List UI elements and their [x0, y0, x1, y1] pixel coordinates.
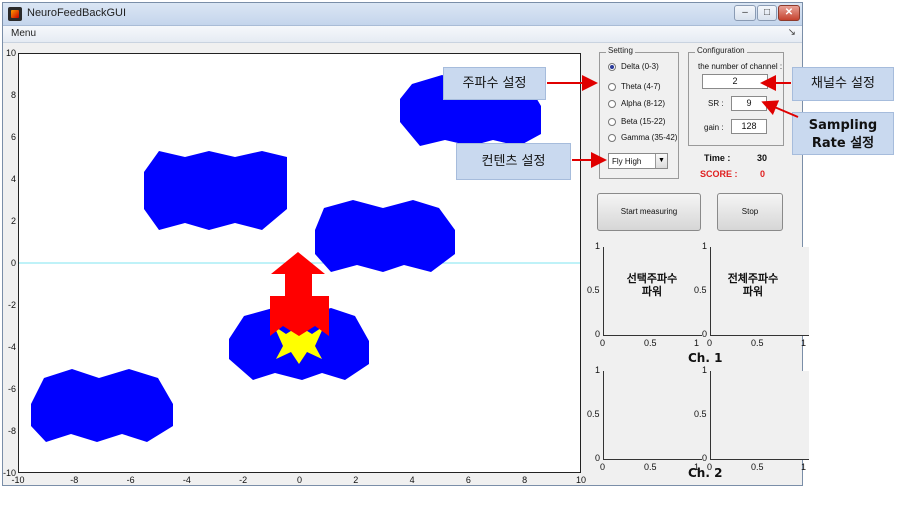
- start-measuring-button[interactable]: Start measuring: [597, 193, 701, 231]
- radio-button-icon[interactable]: [608, 134, 616, 142]
- mini-y-tick: 0.5: [694, 409, 707, 419]
- x-tick-label: 4: [409, 475, 415, 485]
- x-tick-label: 2: [353, 475, 359, 485]
- x-tick-label: 10: [575, 475, 586, 485]
- window-title: NeuroFeedBackGUI: [27, 7, 127, 19]
- mini-y-tick: 1: [702, 241, 708, 251]
- radio-button-icon[interactable]: [608, 63, 616, 71]
- x-tick-label: -8: [70, 475, 79, 485]
- frequency-setting-callout: 주파수 설정: [443, 67, 546, 100]
- y-tick-label: -4: [7, 342, 16, 352]
- mini-y-tick: 0.5: [694, 285, 707, 295]
- caption-line: 전체주파수: [727, 273, 779, 285]
- chevron-down-icon[interactable]: ▼: [655, 154, 667, 168]
- obstacle-cloud: [144, 151, 287, 230]
- radio-button-icon[interactable]: [608, 83, 616, 91]
- contents-dropdown-value: Fly High: [612, 157, 642, 166]
- channel-setting-callout: 채널수 설정: [792, 67, 894, 101]
- callout-line: Sampling: [808, 118, 878, 133]
- rocket-player: [270, 252, 329, 336]
- radio-button-icon[interactable]: [608, 100, 616, 108]
- radio-button-icon[interactable]: [608, 118, 616, 126]
- y-tick-label: 0: [10, 258, 16, 268]
- radio-label: Delta (0-3): [621, 62, 659, 71]
- x-tick-label: 8: [522, 475, 528, 485]
- channel-count-label: the number of channel :: [698, 62, 783, 71]
- stop-button[interactable]: Stop: [717, 193, 783, 231]
- radio-label: Beta (15-22): [621, 117, 666, 126]
- callout-line: Rate 설정: [811, 136, 875, 151]
- caption-line: 파워: [641, 286, 663, 298]
- radio-label: Theta (4-7): [621, 82, 661, 91]
- y-tick-label: 6: [10, 132, 16, 142]
- time-label: Time :: [704, 153, 731, 163]
- game-axes: [18, 53, 581, 473]
- y-tick-label: -2: [7, 300, 16, 310]
- obstacle-cloud: [31, 369, 173, 442]
- x-tick-label: 6: [465, 475, 471, 485]
- selected-power-caption: 선택주파수 파워: [612, 273, 692, 299]
- menu-bar: Menu ↘: [3, 26, 802, 43]
- y-tick-label: 4: [10, 174, 16, 184]
- total-power-caption: 전체주파수 파워: [713, 273, 793, 299]
- matlab-app-icon: [8, 7, 22, 21]
- obstacle-cloud: [315, 200, 455, 272]
- gain-label: gain :: [704, 123, 724, 132]
- sr-input[interactable]: 9: [731, 96, 767, 111]
- time-value: 30: [757, 153, 768, 163]
- contents-dropdown[interactable]: Fly High ▼: [608, 153, 668, 169]
- radio-label: Alpha (8-12): [621, 99, 666, 108]
- mini-y-tick: 1: [595, 365, 601, 375]
- y-tick-label: 8: [10, 90, 16, 100]
- mini-y-tick: 0.5: [587, 409, 600, 419]
- mini-x-tick: 0.5: [644, 462, 657, 472]
- ch2-total-power-plot: [710, 371, 809, 460]
- score-value: 0: [760, 169, 766, 179]
- mini-x-tick: 1: [801, 462, 807, 472]
- y-tick-label: 2: [10, 216, 16, 226]
- y-tick-label: 10: [5, 48, 16, 58]
- mini-y-tick: 1: [595, 241, 601, 251]
- mini-x-tick: 0.5: [644, 338, 657, 348]
- x-tick-label: -10: [11, 475, 25, 485]
- minimize-button[interactable]: –: [734, 5, 756, 21]
- contents-setting-callout: 컨텐츠 설정: [456, 143, 571, 180]
- y-tick-label: -8: [7, 426, 16, 436]
- sampling-rate-callout: Sampling Rate 설정: [792, 112, 894, 155]
- x-tick-label: 0: [296, 475, 302, 485]
- gain-input[interactable]: 128: [731, 119, 767, 134]
- x-tick-label: -2: [239, 475, 248, 485]
- mini-x-tick: 1: [694, 338, 700, 348]
- menu-item-menu[interactable]: Menu: [11, 28, 36, 39]
- x-tick-label: -4: [182, 475, 191, 485]
- mini-x-tick: 0: [707, 338, 713, 348]
- setting-panel-title: Setting: [606, 46, 635, 55]
- score-label: SCORE :: [700, 169, 738, 179]
- channel-1-label: Ch. 1: [688, 351, 723, 365]
- maximize-button[interactable]: □: [757, 5, 777, 21]
- sr-label: SR :: [708, 99, 724, 108]
- caption-line: 선택주파수: [626, 273, 678, 285]
- mini-y-tick: 1: [702, 365, 708, 375]
- game-canvas: [19, 75, 580, 442]
- dock-arrow-icon[interactable]: ↘: [788, 27, 796, 38]
- radio-label: Gamma (35-42): [621, 133, 678, 142]
- mini-x-tick: 0.5: [751, 462, 764, 472]
- ch2-selected-power-plot: [603, 371, 702, 460]
- mini-x-tick: 0.5: [751, 338, 764, 348]
- y-tick-label: -6: [7, 384, 16, 394]
- configuration-panel-title: Configuration: [695, 46, 747, 55]
- close-button[interactable]: ✕: [778, 5, 800, 21]
- channel-2-label: Ch. 2: [688, 466, 723, 480]
- x-tick-label: -6: [126, 475, 135, 485]
- title-bar: NeuroFeedBackGUI – □ ✕: [3, 3, 802, 26]
- mini-x-tick: 0: [600, 462, 606, 472]
- caption-line: 파워: [742, 286, 764, 298]
- channel-count-input[interactable]: 2: [702, 74, 768, 89]
- mini-y-tick: 0.5: [587, 285, 600, 295]
- mini-x-tick: 0: [600, 338, 606, 348]
- mini-x-tick: 1: [801, 338, 807, 348]
